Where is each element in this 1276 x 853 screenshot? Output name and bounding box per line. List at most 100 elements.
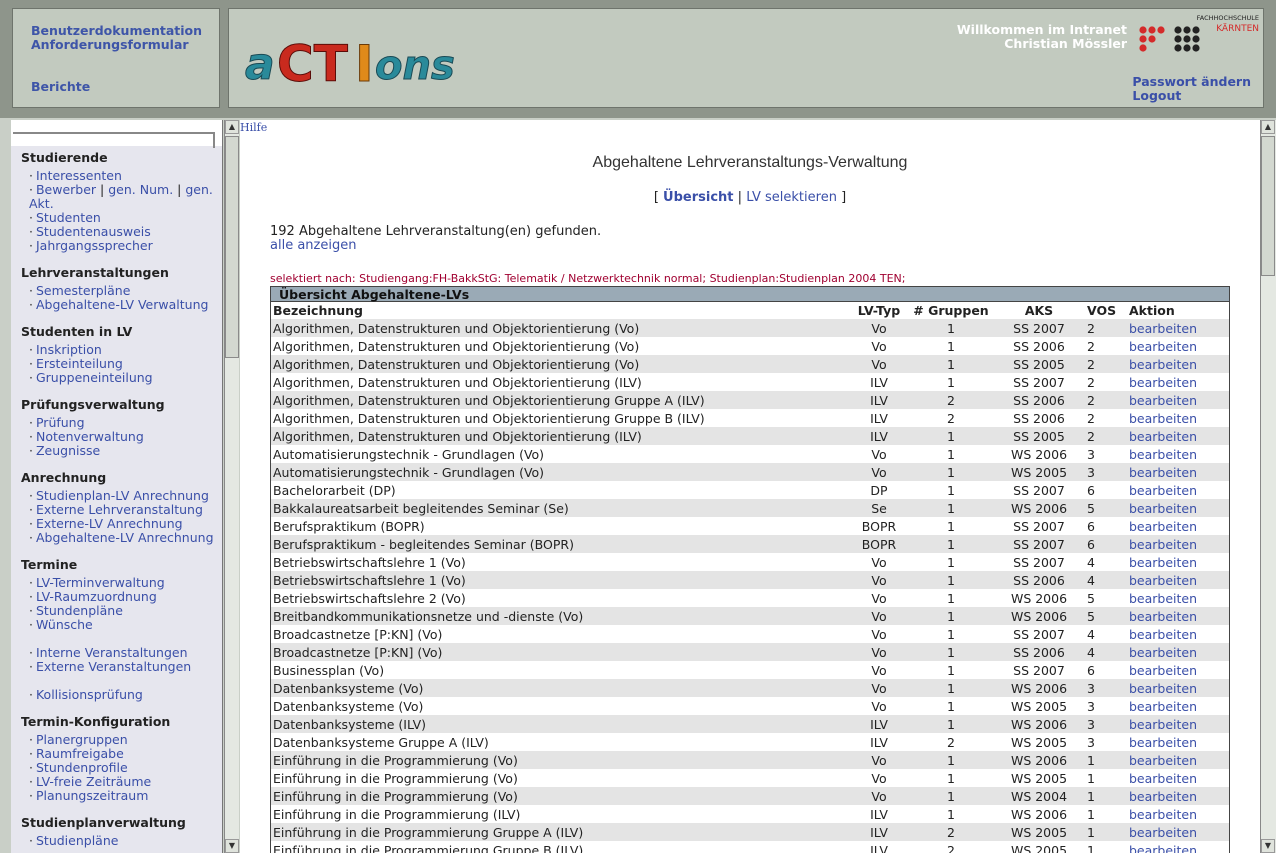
nav-link[interactable]: Raumfreigabe — [36, 746, 124, 761]
cell-vos: 6 — [1085, 535, 1127, 553]
cell-vos: 1 — [1085, 805, 1127, 823]
nav-link[interactable]: LV-freie Zeiträume — [36, 774, 151, 789]
bearbeiten-link[interactable]: bearbeiten — [1129, 321, 1197, 336]
scroll-up-arrow-icon[interactable]: ▲ — [1261, 120, 1275, 134]
cell-gruppen: 1 — [909, 607, 993, 625]
bearbeiten-link[interactable]: bearbeiten — [1129, 627, 1197, 642]
cell-vos: 6 — [1085, 661, 1127, 679]
alle-anzeigen-link[interactable]: alle anzeigen — [270, 238, 356, 253]
nav-link[interactable]: Gruppeneinteilung — [36, 370, 153, 385]
bearbeiten-link[interactable]: bearbeiten — [1129, 375, 1197, 390]
nav-link[interactable]: Studentenausweis — [36, 224, 151, 239]
nav-link[interactable]: Externe Veranstaltungen — [36, 659, 191, 674]
cell-aktion: bearbeiten — [1127, 589, 1229, 607]
bearbeiten-link[interactable]: bearbeiten — [1129, 501, 1197, 516]
nav-link[interactable]: Prüfung — [36, 415, 85, 430]
cell-vos: 3 — [1085, 463, 1127, 481]
nav-link[interactable]: Notenverwaltung — [36, 429, 144, 444]
scroll-down-arrow-icon[interactable]: ▼ — [1261, 839, 1275, 853]
nav-link[interactable]: LV-Terminverwaltung — [36, 575, 165, 590]
scroll-up-arrow-icon[interactable]: ▲ — [225, 120, 239, 134]
table-row: Betriebswirtschaftslehre 2 (Vo) Vo 1 WS 200… — [271, 589, 1229, 607]
nav-link[interactable]: Planungszeitraum — [36, 788, 148, 803]
nav-link[interactable]: Externe Lehrveranstaltung — [36, 502, 203, 517]
cell-bezeichnung: Einführung in die Programmierung (Vo) — [271, 751, 849, 769]
bullet-icon: · — [29, 342, 33, 357]
cell-gruppen: 2 — [909, 733, 993, 751]
nav-link[interactable]: Studenten — [36, 210, 101, 225]
bearbeiten-link[interactable]: bearbeiten — [1129, 843, 1197, 853]
nav-link[interactable]: gen. Num. — [108, 182, 173, 197]
bearbeiten-link[interactable]: bearbeiten — [1129, 699, 1197, 714]
cell-bezeichnung: Algorithmen, Datenstrukturen und Objekto… — [271, 427, 849, 445]
bearbeiten-link[interactable]: bearbeiten — [1129, 591, 1197, 606]
bearbeiten-link[interactable]: bearbeiten — [1129, 789, 1197, 804]
cell-gruppen: 1 — [909, 373, 993, 391]
nav-link[interactable]: Bewerber — [36, 182, 96, 197]
uebersicht-link[interactable]: Übersicht — [663, 190, 733, 205]
bearbeiten-link[interactable]: bearbeiten — [1129, 771, 1197, 786]
nav-link[interactable]: Semesterpläne — [36, 283, 130, 298]
bearbeiten-link[interactable]: bearbeiten — [1129, 393, 1197, 408]
nav-link[interactable]: Wünsche — [36, 617, 93, 632]
nav-scrollbar[interactable]: ▲ ▼ — [224, 120, 239, 853]
bearbeiten-link[interactable]: bearbeiten — [1129, 645, 1197, 660]
bearbeiten-link[interactable]: bearbeiten — [1129, 357, 1197, 372]
header-left-panel: Benutzerdokumentation Anforderungsformul… — [12, 8, 220, 108]
bearbeiten-link[interactable]: bearbeiten — [1129, 519, 1197, 534]
scroll-thumb[interactable] — [225, 136, 239, 358]
lv-selektieren-link[interactable]: LV selektieren — [746, 190, 837, 205]
nav-item: · Notenverwaltung — [21, 430, 221, 444]
cell-aktion: bearbeiten — [1127, 535, 1229, 553]
cell-aks: SS 2006 — [993, 409, 1085, 427]
berichte-link[interactable]: Berichte — [31, 79, 90, 94]
bearbeiten-link[interactable]: bearbeiten — [1129, 447, 1197, 462]
nav-link[interactable]: Studienplan-LV Anrechnung — [36, 488, 209, 503]
nav-link[interactable]: LV-Raumzuordnung — [36, 589, 157, 604]
bearbeiten-link[interactable]: bearbeiten — [1129, 717, 1197, 732]
nav-link[interactable]: Inskription — [36, 342, 102, 357]
cell-aks: WS 2006 — [993, 805, 1085, 823]
bearbeiten-link[interactable]: bearbeiten — [1129, 681, 1197, 696]
bearbeiten-link[interactable]: bearbeiten — [1129, 339, 1197, 354]
nav-link[interactable]: Studienpläne — [36, 833, 118, 848]
cell-gruppen: 1 — [909, 337, 993, 355]
nav-item: · Stundenprofile — [21, 761, 221, 775]
nav-link[interactable]: Stundenpläne — [36, 603, 123, 618]
bearbeiten-link[interactable]: bearbeiten — [1129, 483, 1197, 498]
col-aktion: Aktion — [1129, 303, 1175, 318]
bearbeiten-link[interactable]: bearbeiten — [1129, 555, 1197, 570]
logout-link[interactable]: Logout — [1132, 88, 1181, 103]
bearbeiten-link[interactable]: bearbeiten — [1129, 609, 1197, 624]
nav-link[interactable]: Abgehaltene-LV Verwaltung — [36, 297, 208, 312]
bearbeiten-link[interactable]: bearbeiten — [1129, 537, 1197, 552]
scroll-thumb[interactable] — [1261, 136, 1275, 276]
nav-link[interactable]: Interne Veranstaltungen — [36, 645, 188, 660]
bearbeiten-link[interactable]: bearbeiten — [1129, 735, 1197, 750]
nav-link[interactable]: Kollisionsprüfung — [36, 687, 143, 702]
nav-link[interactable]: Jahrgangssprecher — [36, 238, 153, 253]
cell-aks: SS 2007 — [993, 373, 1085, 391]
nav-link[interactable]: Stundenprofile — [36, 760, 128, 775]
bearbeiten-link[interactable]: bearbeiten — [1129, 573, 1197, 588]
bearbeiten-link[interactable]: bearbeiten — [1129, 825, 1197, 840]
scroll-down-arrow-icon[interactable]: ▼ — [225, 839, 239, 853]
cell-vos: 2 — [1085, 391, 1127, 409]
nav-link[interactable]: Zeugnisse — [36, 443, 100, 458]
anforderungsformular-link[interactable]: Anforderungsformular — [31, 37, 189, 52]
nav-link[interactable]: Interessenten — [36, 168, 122, 183]
bearbeiten-link[interactable]: bearbeiten — [1129, 663, 1197, 678]
bearbeiten-link[interactable]: bearbeiten — [1129, 807, 1197, 822]
bearbeiten-link[interactable]: bearbeiten — [1129, 411, 1197, 426]
bearbeiten-link[interactable]: bearbeiten — [1129, 753, 1197, 768]
hilfe-link[interactable]: Hilfe — [240, 121, 267, 134]
benutzerdokumentation-link[interactable]: Benutzerdokumentation — [31, 23, 202, 38]
bearbeiten-link[interactable]: bearbeiten — [1129, 429, 1197, 444]
nav-link[interactable]: Ersteinteilung — [36, 356, 123, 371]
passwort-aendern-link[interactable]: Passwort ändern — [1132, 74, 1251, 89]
nav-link[interactable]: Planergruppen — [36, 732, 128, 747]
nav-link[interactable]: Abgehaltene-LV Anrechnung — [36, 530, 214, 545]
nav-link[interactable]: Externe-LV Anrechnung — [36, 516, 183, 531]
bearbeiten-link[interactable]: bearbeiten — [1129, 465, 1197, 480]
main-scrollbar[interactable]: ▲ ▼ — [1260, 120, 1276, 853]
